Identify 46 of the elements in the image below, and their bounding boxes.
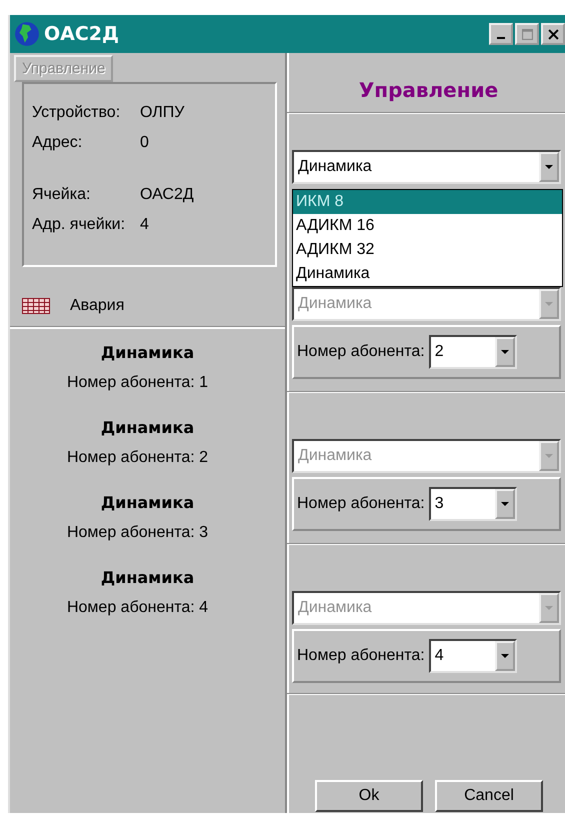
dropdown-option[interactable]: ИКМ 8 [293,190,562,214]
maximize-icon [522,28,532,40]
subscriber-text: Номер абонента: 3 [66,524,208,542]
info-label: Устройство: [32,104,122,122]
grid-icon [22,298,50,314]
info-label: Адр. ячейки: [32,216,126,234]
mode-dropdown[interactable]: Динамика [292,150,561,184]
dropdown-option[interactable]: Динамика [293,262,562,286]
alarm-label: Авария [70,297,124,315]
dropdown-value: Динамика [298,295,372,313]
mode-text: Динамика [100,568,194,587]
minimize-icon [497,37,505,39]
dropdown-value: 2 [434,343,444,361]
info-value: 0 [140,134,149,152]
subscriber-dropdown[interactable]: 4 [428,639,517,673]
subscriber-dropdown[interactable]: 2 [428,335,517,369]
subscriber-dropdown[interactable]: 3 [428,487,517,521]
info-label: Ячейка: [32,186,92,204]
minimize-button[interactable] [489,23,513,45]
mode-text: Динамика [100,343,194,362]
dropdown-value: Динамика [298,599,372,617]
dropdown-value: Динамика [298,447,372,465]
mode-text: Динамика [100,418,194,437]
panel-heading: Управление [358,78,500,104]
dropdown-option[interactable]: АДИКМ 16 [293,214,562,238]
info-value: ОАС2Д [140,186,194,204]
mode-text: Динамика [100,493,194,512]
window-title: ОАС2Д [44,23,119,45]
close-icon [548,28,558,40]
subscriber-label: Номер абонента: [297,343,425,361]
subscriber-label: Номер абонента: [297,647,425,665]
subscriber-text: Номер абонента: 1 [66,374,208,392]
dropdown-value: Динамика [298,158,372,176]
close-button[interactable] [541,23,565,45]
dropdown-value: 4 [434,647,444,665]
subscriber-label: Номер абонента: [297,495,425,513]
subscriber-text: Номер абонента: 2 [66,449,208,467]
globe-icon [14,21,40,47]
dialog-button[interactable]: Ok [315,780,423,812]
dropdown-option[interactable]: АДИКМ 32 [293,238,562,262]
info-value: 4 [140,216,149,234]
info-value: ОЛПУ [140,104,184,122]
info-label: Адрес: [32,134,84,152]
dialog-button[interactable]: Cancel [435,780,543,812]
dropdown-value: 3 [434,495,444,513]
subscriber-text: Номер абонента: 4 [66,599,208,617]
